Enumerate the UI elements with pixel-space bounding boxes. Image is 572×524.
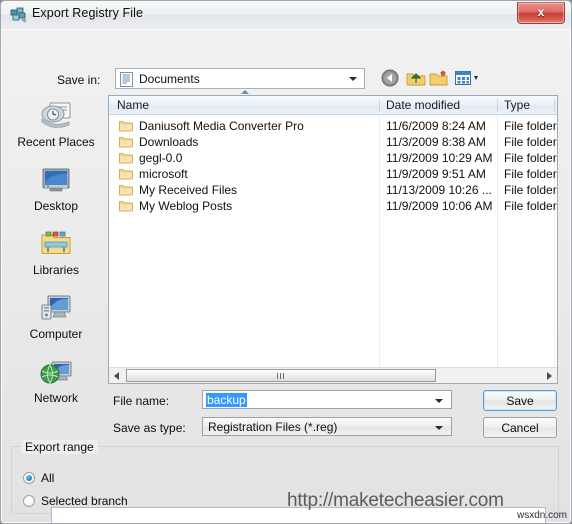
window-title: Export Registry File (32, 6, 144, 20)
scroll-left-icon[interactable] (114, 372, 119, 380)
place-recent-places[interactable]: Recent Places (13, 101, 99, 149)
scrollbar-grip (277, 373, 286, 379)
folder-icon (119, 169, 133, 180)
folder-icon (119, 153, 133, 164)
file-name: gegl-0.0 (139, 151, 183, 165)
title-bar[interactable]: Export Registry File x (1, 1, 571, 30)
file-date-modified: 11/9/2009 10:29 AM (386, 151, 493, 165)
chevron-down-icon (349, 77, 357, 81)
folder-icon (119, 137, 133, 148)
chevron-down-icon[interactable] (435, 426, 443, 430)
column-divider[interactable] (497, 99, 498, 112)
radio-label: All (41, 471, 55, 485)
column-header-name[interactable]: Name (117, 98, 149, 112)
network-globe-icon (40, 361, 72, 384)
folder-icon (119, 185, 133, 196)
views-grid-icon (455, 71, 478, 85)
back-button[interactable] (379, 68, 401, 89)
place-label: Network (33, 391, 78, 405)
file-type: File folder (504, 183, 557, 197)
file-name-value: backup (206, 393, 247, 407)
place-network[interactable]: Network (13, 357, 99, 405)
libraries-folder-icon (41, 231, 71, 254)
save-in-label: Save in: (57, 73, 101, 87)
computer-icon (41, 295, 71, 320)
place-label: Libraries (32, 263, 80, 277)
file-type: File folder (504, 151, 557, 165)
table-row[interactable]: Downloads 11/3/2009 8:38 AM File folder (109, 134, 557, 150)
recent-places-icon (41, 102, 71, 128)
save-button[interactable]: Save (483, 390, 557, 411)
scroll-right-icon[interactable] (547, 372, 552, 380)
horizontal-scrollbar[interactable] (109, 367, 557, 383)
watermark-corner: wsxdn.com (516, 510, 567, 521)
close-button[interactable]: x (517, 2, 565, 24)
file-type: File folder (504, 119, 557, 133)
file-name: My Received Files (139, 183, 238, 197)
file-date-modified: 11/13/2009 10:26 ... (386, 183, 492, 197)
save-in-combo[interactable]: Documents (115, 68, 365, 89)
place-computer[interactable]: Computer (13, 293, 99, 341)
export-registry-file-dialog: Export Registry File x Save in: Document… (0, 0, 572, 524)
dialog-body: Save in: Documents Recent Places Desktop… (1, 29, 571, 523)
file-type: File folder (504, 199, 557, 213)
save-as-type-value: Registration Files (*.reg) (208, 420, 338, 434)
place-label: Recent Places (17, 135, 95, 149)
file-list[interactable]: Name Date modified Type Daniusoft Media … (108, 95, 558, 384)
file-date-modified: 11/9/2009 9:51 AM (386, 167, 486, 181)
file-date-modified: 11/6/2009 8:24 AM (386, 119, 486, 133)
file-type: File folder (504, 167, 557, 181)
export-range-title: Export range (21, 440, 98, 454)
file-type: File folder (504, 135, 557, 149)
radio-icon-selected (23, 472, 35, 484)
table-row[interactable]: microsoft 11/9/2009 9:51 AM File folder (109, 166, 557, 182)
scrollbar-thumb[interactable] (126, 369, 436, 382)
column-header-row: Name Date modified Type (109, 96, 557, 115)
place-label: Desktop (33, 199, 79, 213)
file-name: My Weblog Posts (139, 199, 233, 213)
save-as-type-label: Save as type: (113, 421, 186, 435)
file-date-modified: 11/9/2009 10:06 AM (386, 199, 493, 213)
desktop-icon (42, 168, 70, 192)
views-button[interactable] (454, 68, 484, 89)
registry-editor-icon (10, 7, 27, 23)
file-date-modified: 11/3/2009 8:38 AM (386, 135, 486, 149)
column-header-date-modified[interactable]: Date modified (386, 98, 460, 112)
table-row[interactable]: gegl-0.0 11/9/2009 10:29 AM File folder (109, 150, 557, 166)
table-row[interactable]: Daniusoft Media Converter Pro 11/6/2009 … (109, 118, 557, 134)
cancel-button[interactable]: Cancel (483, 417, 557, 438)
file-name-label: File name: (113, 394, 170, 408)
radio-icon (23, 495, 35, 507)
file-name: microsoft (139, 167, 188, 181)
radio-label: Selected branch (41, 494, 128, 508)
file-name: Daniusoft Media Converter Pro (139, 119, 304, 133)
up-one-level-button[interactable] (405, 68, 427, 89)
place-desktop[interactable]: Desktop (13, 165, 99, 213)
table-row[interactable]: My Received Files 11/13/2009 10:26 ... F… (109, 182, 557, 198)
up-folder-icon (406, 73, 426, 86)
file-name: Downloads (139, 135, 199, 149)
back-arrow-icon (381, 69, 399, 87)
close-icon: x (537, 5, 545, 19)
column-divider[interactable] (554, 99, 555, 112)
place-libraries[interactable]: Libraries (13, 229, 99, 277)
column-header-type[interactable]: Type (504, 98, 530, 112)
folder-icon (119, 121, 133, 132)
table-row[interactable]: My Weblog Posts 11/9/2009 10:06 AM File … (109, 198, 557, 214)
sort-ascending-icon (241, 90, 249, 94)
column-divider[interactable] (379, 99, 380, 112)
save-as-type-select[interactable]: Registration Files (*.reg) (202, 417, 452, 436)
new-folder-button[interactable] (429, 68, 451, 89)
document-folder-icon (120, 72, 133, 87)
file-name-input[interactable]: backup (202, 390, 452, 409)
new-folder-icon (429, 70, 448, 86)
save-in-value: Documents (139, 72, 200, 86)
folder-icon (119, 201, 133, 212)
chevron-down-icon[interactable] (435, 399, 443, 403)
watermark-url: http://maketecheasier.com (287, 490, 504, 511)
place-label: Computer (29, 327, 83, 341)
